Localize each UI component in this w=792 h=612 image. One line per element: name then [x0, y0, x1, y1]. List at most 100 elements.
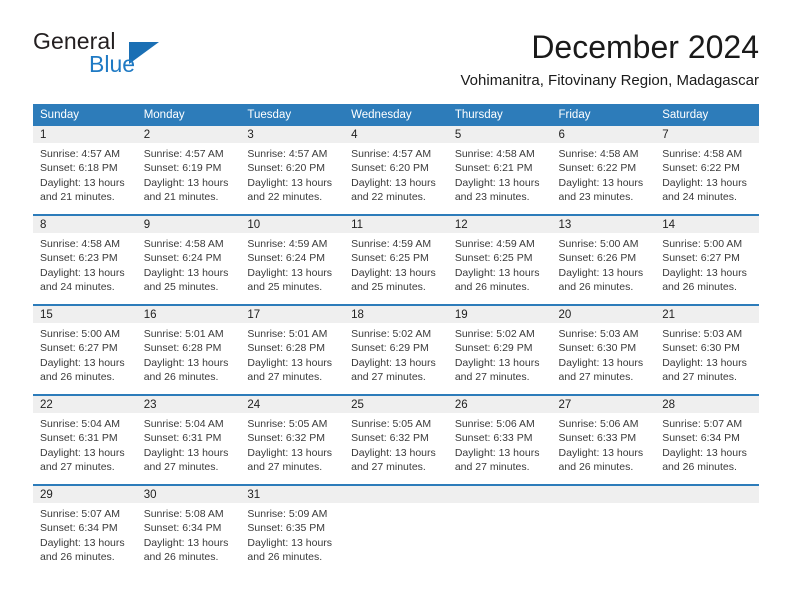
day-number: 25: [344, 397, 448, 413]
daylight-text: Daylight: 13 hours and 27 minutes.: [143, 446, 229, 474]
day-cell[interactable]: 28 Sunrise: 5:07 AM Sunset: 6:34 PM Dayl…: [655, 397, 759, 484]
day-cell[interactable]: 1 Sunrise: 4:57 AM Sunset: 6:18 PM Dayli…: [33, 126, 137, 214]
day-cell[interactable]: 23 Sunrise: 5:04 AM Sunset: 6:31 PM Dayl…: [136, 397, 241, 484]
day-details: Sunrise: 4:58 AM Sunset: 6:22 PM Dayligh…: [552, 143, 656, 205]
calendar-cell: 2 Sunrise: 4:57 AM Sunset: 6:19 PM Dayli…: [136, 126, 241, 215]
page-header: General Blue December 2024 Vohimanitra, …: [33, 28, 759, 96]
sunset-text: Sunset: 6:34 PM: [143, 522, 222, 535]
sunset-text: Sunset: 6:32 PM: [247, 432, 326, 445]
sunrise-text: Sunrise: 4:57 AM: [247, 148, 328, 160]
day-cell[interactable]: 16 Sunrise: 5:01 AM Sunset: 6:28 PM Dayl…: [136, 307, 241, 394]
day-cell[interactable]: 31 Sunrise: 5:09 AM Sunset: 6:35 PM Dayl…: [240, 487, 345, 574]
calendar-cell: [551, 484, 656, 574]
sunrise-text: Sunrise: 5:08 AM: [143, 508, 224, 520]
day-cell[interactable]: 19 Sunrise: 5:02 AM Sunset: 6:29 PM Dayl…: [447, 307, 552, 394]
day-cell[interactable]: 3 Sunrise: 4:57 AM Sunset: 6:20 PM Dayli…: [240, 126, 345, 214]
calendar-cell: [447, 484, 552, 574]
day-cell[interactable]: 27 Sunrise: 5:06 AM Sunset: 6:33 PM Dayl…: [551, 397, 656, 484]
day-details: Sunrise: 5:06 AM Sunset: 6:33 PM Dayligh…: [552, 413, 656, 475]
day-cell[interactable]: 2 Sunrise: 4:57 AM Sunset: 6:19 PM Dayli…: [136, 126, 241, 214]
day-cell[interactable]: 13 Sunrise: 5:00 AM Sunset: 6:26 PM Dayl…: [551, 217, 656, 304]
daylight-text: Daylight: 13 hours and 27 minutes.: [454, 446, 540, 474]
day-number: 23: [136, 397, 241, 413]
calendar-cell: 14 Sunrise: 5:00 AM Sunset: 6:27 PM Dayl…: [655, 214, 759, 305]
sunrise-text: Sunrise: 5:04 AM: [143, 418, 224, 430]
day-details: Sunrise: 5:08 AM Sunset: 6:34 PM Dayligh…: [137, 503, 241, 565]
daylight-text: Daylight: 13 hours and 26 minutes.: [40, 536, 125, 564]
day-cell[interactable]: 25 Sunrise: 5:05 AM Sunset: 6:32 PM Dayl…: [344, 397, 448, 484]
daylight-text: Daylight: 13 hours and 25 minutes.: [351, 266, 436, 294]
sunset-text: Sunset: 6:30 PM: [662, 342, 740, 355]
sunset-text: Sunset: 6:20 PM: [247, 162, 326, 175]
sunrise-text: Sunrise: 5:06 AM: [454, 418, 535, 430]
calendar-cell: 23 Sunrise: 5:04 AM Sunset: 6:31 PM Dayl…: [136, 394, 241, 485]
sunset-text: Sunset: 6:18 PM: [40, 162, 118, 175]
day-cell[interactable]: 10 Sunrise: 4:59 AM Sunset: 6:24 PM Dayl…: [240, 217, 345, 304]
daylight-text: Daylight: 13 hours and 26 minutes.: [662, 266, 747, 294]
day-cell[interactable]: 18 Sunrise: 5:02 AM Sunset: 6:29 PM Dayl…: [344, 307, 448, 394]
calendar-cell: 25 Sunrise: 5:05 AM Sunset: 6:32 PM Dayl…: [344, 394, 448, 485]
daylight-text: Daylight: 13 hours and 24 minutes.: [40, 266, 125, 294]
calendar-cell: 17 Sunrise: 5:01 AM Sunset: 6:28 PM Dayl…: [240, 304, 345, 395]
day-cell[interactable]: 5 Sunrise: 4:58 AM Sunset: 6:21 PM Dayli…: [447, 126, 552, 214]
sunset-text: Sunset: 6:30 PM: [558, 342, 637, 355]
day-details: Sunrise: 5:03 AM Sunset: 6:30 PM Dayligh…: [655, 323, 759, 385]
day-number: 24: [240, 397, 345, 413]
day-cell[interactable]: 14 Sunrise: 5:00 AM Sunset: 6:27 PM Dayl…: [655, 217, 759, 304]
daylight-text: Daylight: 13 hours and 23 minutes.: [558, 176, 644, 204]
day-details: Sunrise: 4:57 AM Sunset: 6:20 PM Dayligh…: [344, 143, 448, 205]
calendar-cell: 16 Sunrise: 5:01 AM Sunset: 6:28 PM Dayl…: [136, 304, 241, 395]
day-cell[interactable]: 20 Sunrise: 5:03 AM Sunset: 6:30 PM Dayl…: [551, 307, 656, 394]
sunset-text: Sunset: 6:22 PM: [558, 162, 637, 175]
day-number: 10: [240, 217, 345, 233]
day-cell[interactable]: 6 Sunrise: 4:58 AM Sunset: 6:22 PM Dayli…: [551, 126, 656, 214]
day-details: Sunrise: 4:57 AM Sunset: 6:20 PM Dayligh…: [240, 143, 344, 205]
day-details: Sunrise: 5:09 AM Sunset: 6:35 PM Dayligh…: [240, 503, 344, 565]
day-cell[interactable]: 11 Sunrise: 4:59 AM Sunset: 6:25 PM Dayl…: [344, 217, 448, 304]
day-cell[interactable]: 29 Sunrise: 5:07 AM Sunset: 6:34 PM Dayl…: [33, 487, 137, 574]
calendar-cell: 21 Sunrise: 5:03 AM Sunset: 6:30 PM Dayl…: [655, 304, 759, 395]
calendar-cell: 3 Sunrise: 4:57 AM Sunset: 6:20 PM Dayli…: [240, 126, 345, 215]
daylight-text: Daylight: 13 hours and 27 minutes.: [40, 446, 125, 474]
daylight-text: Daylight: 13 hours and 21 minutes.: [40, 176, 125, 204]
calendar-cell: 30 Sunrise: 5:08 AM Sunset: 6:34 PM Dayl…: [136, 484, 241, 574]
sunrise-text: Sunrise: 4:58 AM: [662, 148, 743, 160]
day-details: Sunrise: 4:58 AM Sunset: 6:24 PM Dayligh…: [137, 233, 241, 295]
sunset-text: Sunset: 6:20 PM: [351, 162, 429, 175]
day-number: 11: [344, 217, 448, 233]
day-cell[interactable]: 22 Sunrise: 5:04 AM Sunset: 6:31 PM Dayl…: [33, 397, 137, 484]
sunset-text: Sunset: 6:25 PM: [454, 252, 533, 265]
day-details: Sunrise: 5:04 AM Sunset: 6:31 PM Dayligh…: [33, 413, 137, 475]
general-blue-logo[interactable]: General Blue: [33, 28, 243, 88]
location-subtitle: Vohimanitra, Fitovinany Region, Madagasc…: [460, 72, 760, 89]
sunset-text: Sunset: 6:29 PM: [454, 342, 533, 355]
day-details: Sunrise: 4:59 AM Sunset: 6:25 PM Dayligh…: [448, 233, 552, 295]
day-cell[interactable]: 8 Sunrise: 4:58 AM Sunset: 6:23 PM Dayli…: [33, 217, 137, 304]
sunrise-text: Sunrise: 4:58 AM: [558, 148, 639, 160]
title-block: December 2024 Vohimanitra, Fitovinany Re…: [461, 28, 760, 92]
day-details: Sunrise: 4:57 AM Sunset: 6:19 PM Dayligh…: [137, 143, 241, 205]
day-cell[interactable]: 7 Sunrise: 4:58 AM Sunset: 6:22 PM Dayli…: [655, 126, 759, 214]
day-cell[interactable]: 12 Sunrise: 4:59 AM Sunset: 6:25 PM Dayl…: [447, 217, 552, 304]
day-cell[interactable]: 24 Sunrise: 5:05 AM Sunset: 6:32 PM Dayl…: [240, 397, 345, 484]
day-details: Sunrise: 5:05 AM Sunset: 6:32 PM Dayligh…: [240, 413, 344, 475]
calendar-cell: 4 Sunrise: 4:57 AM Sunset: 6:20 PM Dayli…: [344, 126, 448, 215]
calendar-cell: 5 Sunrise: 4:58 AM Sunset: 6:21 PM Dayli…: [447, 126, 552, 215]
calendar-cell: 18 Sunrise: 5:02 AM Sunset: 6:29 PM Dayl…: [344, 304, 448, 395]
day-number: 14: [655, 217, 759, 233]
day-number: 18: [344, 307, 448, 323]
day-cell[interactable]: 30 Sunrise: 5:08 AM Sunset: 6:34 PM Dayl…: [136, 487, 241, 574]
day-details: Sunrise: 4:59 AM Sunset: 6:25 PM Dayligh…: [344, 233, 448, 295]
day-cell[interactable]: 9 Sunrise: 4:58 AM Sunset: 6:24 PM Dayli…: [136, 217, 241, 304]
calendar-cell: 24 Sunrise: 5:05 AM Sunset: 6:32 PM Dayl…: [240, 394, 345, 485]
sunrise-text: Sunrise: 4:58 AM: [454, 148, 535, 160]
sunrise-text: Sunrise: 5:03 AM: [662, 328, 743, 340]
day-cell[interactable]: 17 Sunrise: 5:01 AM Sunset: 6:28 PM Dayl…: [240, 307, 345, 394]
day-cell[interactable]: 21 Sunrise: 5:03 AM Sunset: 6:30 PM Dayl…: [655, 307, 759, 394]
day-cell[interactable]: 4 Sunrise: 4:57 AM Sunset: 6:20 PM Dayli…: [344, 126, 448, 214]
day-details: Sunrise: 5:06 AM Sunset: 6:33 PM Dayligh…: [448, 413, 552, 475]
day-details: Sunrise: 5:01 AM Sunset: 6:28 PM Dayligh…: [137, 323, 241, 385]
day-cell[interactable]: 26 Sunrise: 5:06 AM Sunset: 6:33 PM Dayl…: [447, 397, 552, 484]
calendar-cell: 31 Sunrise: 5:09 AM Sunset: 6:35 PM Dayl…: [240, 484, 345, 574]
day-cell[interactable]: 15 Sunrise: 5:00 AM Sunset: 6:27 PM Dayl…: [33, 307, 137, 394]
